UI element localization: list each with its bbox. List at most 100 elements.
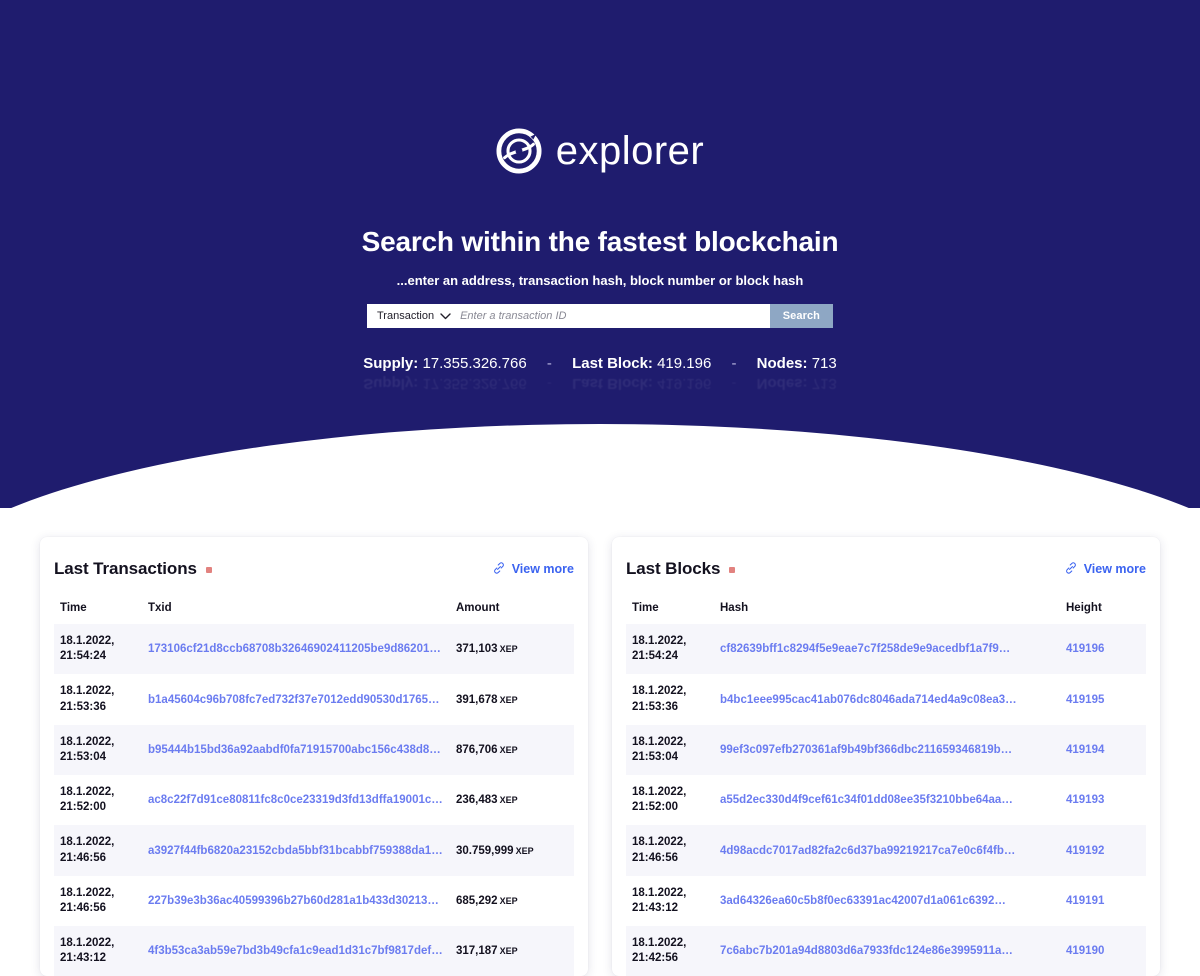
cell-amount: 391,678XEP (456, 674, 574, 724)
cell-amount: 317,187XEP (456, 926, 574, 976)
transactions-view-more-link[interactable]: View more (492, 561, 574, 578)
network-stats: Supply: 17.355.326.766 - Last Block: 419… (363, 355, 836, 372)
cell-time: 18.1.2022,21:43:12 (54, 926, 148, 976)
stats-reflection: Supply: 17.355.326.766 - Last Block: 419… (363, 375, 836, 392)
cell-time: 18.1.2022,21:54:24 (626, 624, 720, 674)
table-row[interactable]: 18.1.2022,21:53:36b1a45604c96b708fc7ed73… (54, 674, 574, 724)
blocks-view-more-link[interactable]: View more (1064, 561, 1146, 578)
stats-separator-1: - (531, 355, 568, 372)
cell-time: 18.1.2022,21:52:00 (54, 775, 148, 825)
blocks-table-body: 18.1.2022,21:54:24cf82639bff1c8294f5e9ea… (626, 624, 1146, 976)
cell-hash[interactable]: 3ad64326ea60c5b8f0ec63391ac42007d1a061c6… (720, 876, 1066, 926)
stats-separator-2: - (716, 355, 753, 372)
table-row[interactable]: 18.1.2022,21:53:0499ef3c097efb270361af9b… (626, 725, 1146, 775)
cell-hash[interactable]: 7c6abc7b201a94d8803d6a7933fdc124e86e3995… (720, 926, 1066, 976)
table-row[interactable]: 18.1.2022,21:52:00a55d2ec330d4f9cef61c34… (626, 775, 1146, 825)
live-indicator-dot (729, 567, 735, 573)
table-row[interactable]: 18.1.2022,21:46:56a3927f44fb6820a23152cb… (54, 825, 574, 875)
cell-height[interactable]: 419190 (1066, 926, 1146, 976)
cell-hash[interactable]: a55d2ec330d4f9cef61c34f01dd08ee35f3210bb… (720, 775, 1066, 825)
brand-logo[interactable]: explorer (0, 0, 1200, 174)
cell-height[interactable]: 419195 (1066, 674, 1146, 724)
page-title: Search within the fastest blockchain (0, 226, 1200, 258)
cell-amount: 236,483XEP (456, 775, 574, 825)
search-type-label: Transaction (377, 310, 434, 322)
supply-label: Supply: (363, 355, 418, 372)
table-row[interactable]: 18.1.2022,21:53:04b95444b15bd36a92aabdf0… (54, 725, 574, 775)
cell-txid[interactable]: 4f3b53ca3ab59e7bd3b49cfa1c9ead1d31c7bf98… (148, 926, 456, 976)
cell-height[interactable]: 419194 (1066, 725, 1146, 775)
last-blocks-card: Last Blocks View more Time Hash (612, 537, 1160, 976)
cell-time: 18.1.2022,21:53:36 (54, 674, 148, 724)
last-transactions-header: Last Transactions View more (54, 559, 574, 579)
table-row[interactable]: 18.1.2022,21:43:124f3b53ca3ab59e7bd3b49c… (54, 926, 574, 976)
cell-txid[interactable]: a3927f44fb6820a23152cbda5bbf31bcabbf7593… (148, 825, 456, 875)
cell-time: 18.1.2022,21:52:00 (626, 775, 720, 825)
cell-txid[interactable]: ac8c22f7d91ce80811fc8c0ce23319d3fd13dffa… (148, 775, 456, 825)
cell-height[interactable]: 419196 (1066, 624, 1146, 674)
last-block-value: 419.196 (657, 355, 711, 372)
hero-content: explorer Search within the fastest block… (0, 0, 1200, 373)
table-row[interactable]: 18.1.2022,21:43:123ad64326ea60c5b8f0ec63… (626, 876, 1146, 926)
blocks-header-row: Time Hash Height (626, 579, 1146, 624)
amount-unit: XEP (498, 695, 518, 705)
nodes-value: 713 (812, 355, 837, 372)
cell-height[interactable]: 419192 (1066, 825, 1146, 875)
cell-txid[interactable]: 173106cf21d8ccb68708b32646902411205be9d8… (148, 624, 456, 674)
cell-time: 18.1.2022,21:53:04 (626, 725, 720, 775)
th-tx-amount: Amount (456, 579, 574, 624)
amount-unit: XEP (514, 846, 534, 856)
hero-section: explorer Search within the fastest block… (0, 0, 1200, 508)
last-blocks-title-group: Last Blocks (626, 559, 735, 579)
search-input[interactable] (460, 304, 770, 328)
nodes-label: Nodes: (757, 355, 808, 372)
cell-amount: 30.759,999XEP (456, 825, 574, 875)
amount-unit: XEP (498, 745, 518, 755)
last-transactions-title: Last Transactions (54, 559, 197, 579)
table-row[interactable]: 18.1.2022,21:53:36b4bc1eee995cac41ab076d… (626, 674, 1146, 724)
cell-time: 18.1.2022,21:42:56 (626, 926, 720, 976)
amount-unit: XEP (498, 946, 518, 956)
table-row[interactable]: 18.1.2022,21:54:24cf82639bff1c8294f5e9ea… (626, 624, 1146, 674)
last-blocks-header: Last Blocks View more (626, 559, 1146, 579)
table-row[interactable]: 18.1.2022,21:46:564d98acdc7017ad82fa2c6d… (626, 825, 1146, 875)
th-tx-txid: Txid (148, 579, 456, 624)
transactions-view-more-label: View more (512, 562, 574, 576)
search-type-selector[interactable]: Transaction (367, 304, 460, 328)
cell-time: 18.1.2022,21:46:56 (54, 876, 148, 926)
th-block-height: Height (1066, 579, 1146, 624)
panels-container: Last Transactions View more Time Txid (0, 537, 1200, 976)
transactions-table: Time Txid Amount 18.1.2022,21:54:2417310… (54, 579, 574, 976)
last-transactions-card: Last Transactions View more Time Txid (40, 537, 588, 976)
blocks-table: Time Hash Height 18.1.2022,21:54:24cf826… (626, 579, 1146, 976)
blocks-table-head: Time Hash Height (626, 579, 1146, 624)
table-row[interactable]: 18.1.2022,21:42:567c6abc7b201a94d8803d6a… (626, 926, 1146, 976)
cell-time: 18.1.2022,21:43:12 (626, 876, 720, 926)
amount-unit: XEP (498, 795, 518, 805)
hero-curve-divider (0, 424, 1200, 508)
cell-txid[interactable]: b1a45604c96b708fc7ed732f37e7012edd90530d… (148, 674, 456, 724)
blocks-view-more-label: View more (1084, 562, 1146, 576)
cell-hash[interactable]: 4d98acdc7017ad82fa2c6d37ba99219217ca7e0c… (720, 825, 1066, 875)
cell-height[interactable]: 419191 (1066, 876, 1146, 926)
cell-time: 18.1.2022,21:46:56 (54, 825, 148, 875)
cell-hash[interactable]: cf82639bff1c8294f5e9eae7c7f258de9e9acedb… (720, 624, 1066, 674)
chevron-down-icon (440, 313, 451, 320)
brand-name: explorer (556, 131, 705, 171)
amount-unit: XEP (498, 896, 518, 906)
table-row[interactable]: 18.1.2022,21:46:56227b39e3b36ac40599396b… (54, 876, 574, 926)
cell-hash[interactable]: 99ef3c097efb270361af9b49bf366dbc21165934… (720, 725, 1066, 775)
table-row[interactable]: 18.1.2022,21:52:00ac8c22f7d91ce80811fc8c… (54, 775, 574, 825)
cell-txid[interactable]: b95444b15bd36a92aabdf0fa71915700abc156c4… (148, 725, 456, 775)
table-row[interactable]: 18.1.2022,21:54:24173106cf21d8ccb68708b3… (54, 624, 574, 674)
cell-height[interactable]: 419193 (1066, 775, 1146, 825)
cell-hash[interactable]: b4bc1eee995cac41ab076dc8046ada714ed4a9c0… (720, 674, 1066, 724)
last-blocks-title: Last Blocks (626, 559, 720, 579)
supply-value: 17.355.326.766 (422, 355, 526, 372)
link-chain-icon (1064, 561, 1078, 578)
cell-txid[interactable]: 227b39e3b36ac40599396b27b60d281a1b433d30… (148, 876, 456, 926)
search-button[interactable]: Search (770, 304, 833, 328)
page-subtitle: ...enter an address, transaction hash, b… (0, 273, 1200, 288)
transactions-table-body: 18.1.2022,21:54:24173106cf21d8ccb68708b3… (54, 624, 574, 976)
cell-time: 18.1.2022,21:54:24 (54, 624, 148, 674)
